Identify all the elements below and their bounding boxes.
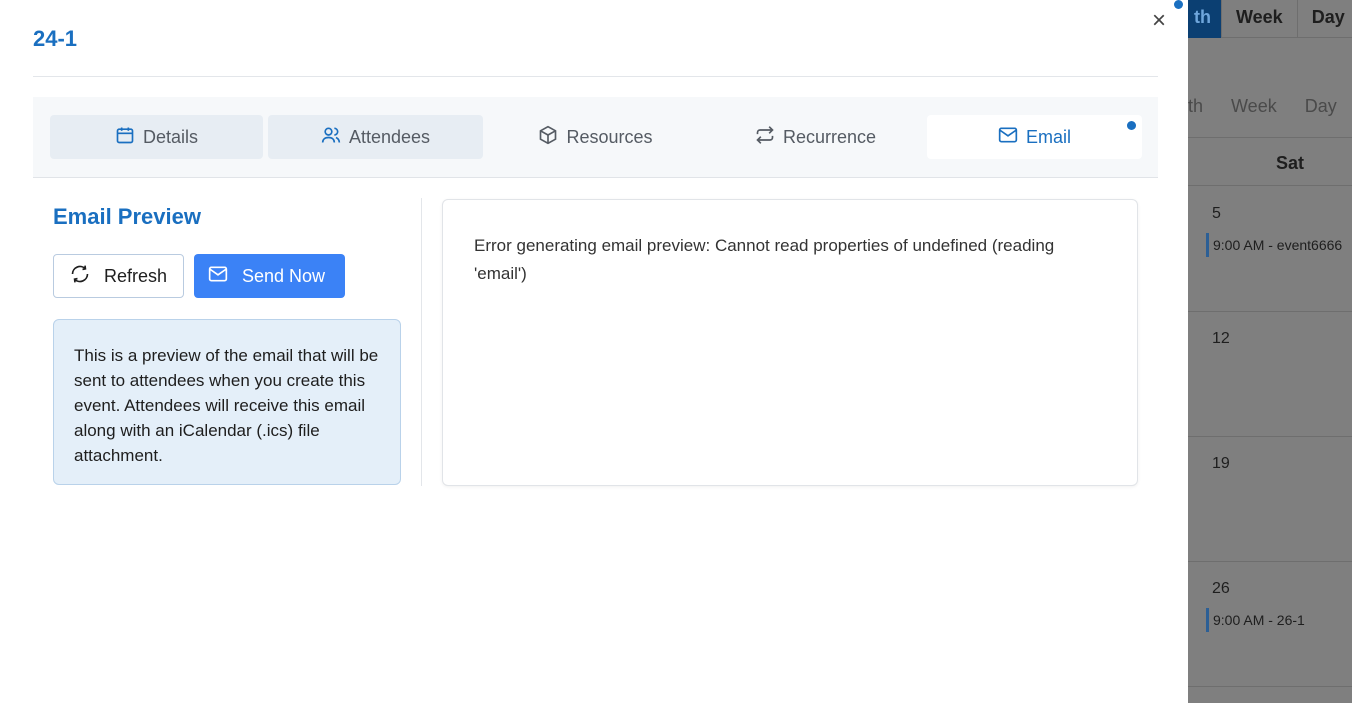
calendar-subtab-day[interactable]: Day — [1291, 96, 1351, 117]
mail-icon — [998, 125, 1018, 150]
day-number: 12 — [1212, 330, 1230, 347]
calendar-tab-month[interactable]: th — [1188, 0, 1222, 38]
day-number: 19 — [1212, 455, 1230, 472]
info-message: This is a preview of the email that will… — [53, 319, 401, 485]
calendar-event[interactable]: 9:00 AM - 26-1 — [1206, 608, 1305, 632]
calendar-view-tabs: th Week Day — [1188, 0, 1352, 38]
calendar-day-cell[interactable]: 19 — [1188, 437, 1352, 562]
vertical-divider — [421, 198, 422, 486]
day-header-saturday: Sat — [1188, 140, 1352, 186]
error-message: Error generating email preview: Cannot r… — [474, 236, 1055, 283]
calendar-day-cell[interactable]: 12 — [1188, 312, 1352, 437]
repeat-icon — [755, 125, 775, 150]
refresh-button[interactable]: Refresh — [53, 254, 184, 298]
tab-email[interactable]: Email — [927, 115, 1142, 159]
modal-title: 24-1 — [33, 26, 78, 51]
tab-indicator-dot — [1127, 121, 1136, 130]
divider — [33, 76, 1158, 77]
calendar-event[interactable]: 9:00 AM - event6666 — [1206, 233, 1342, 257]
send-now-label: Send Now — [242, 265, 326, 286]
event-modal: 24-1 × Details Attendees Resources Recur… — [0, 0, 1188, 703]
email-preview-heading: Email Preview — [53, 204, 201, 229]
day-number: 5 — [1212, 205, 1221, 222]
tab-attendees[interactable]: Attendees — [268, 115, 483, 159]
notification-dot — [1174, 0, 1183, 9]
tab-label: Recurrence — [782, 126, 877, 147]
email-preview-panel: Error generating email preview: Cannot r… — [442, 199, 1138, 486]
tab-resources[interactable]: Resources — [488, 115, 703, 159]
calendar-sub-tabs: th Week Day — [1188, 76, 1352, 138]
calendar-subtab-month[interactable]: th — [1188, 96, 1217, 117]
calendar-tab-week[interactable]: Week — [1222, 0, 1298, 38]
send-now-button[interactable]: Send Now — [194, 254, 345, 298]
close-button[interactable]: × — [1148, 7, 1170, 34]
tab-label: Resources — [566, 126, 653, 147]
calendar-subtab-week[interactable]: Week — [1217, 96, 1291, 117]
tab-recurrence[interactable]: Recurrence — [708, 115, 923, 159]
calendar-day-cell[interactable]: 5 9:00 AM - event6666 — [1188, 187, 1352, 312]
calendar-tab-day[interactable]: Day — [1298, 0, 1352, 38]
tab-details[interactable]: Details — [50, 115, 263, 159]
tab-label: Email — [1025, 126, 1071, 147]
tab-label: Attendees — [348, 126, 431, 147]
close-icon[interactable]: × — [1152, 7, 1166, 34]
refresh-icon — [70, 264, 90, 289]
users-icon — [321, 125, 341, 150]
calendar-day-cell[interactable]: 26 9:00 AM - 26-1 — [1188, 562, 1352, 687]
box-icon — [538, 125, 558, 150]
day-number: 26 — [1212, 580, 1230, 597]
refresh-label: Refresh — [104, 265, 168, 286]
tab-label: Details — [142, 126, 199, 147]
mail-icon — [208, 264, 228, 289]
calendar-icon — [115, 125, 135, 150]
modal-tab-bar: Details Attendees Resources Recurrence E… — [33, 97, 1158, 178]
